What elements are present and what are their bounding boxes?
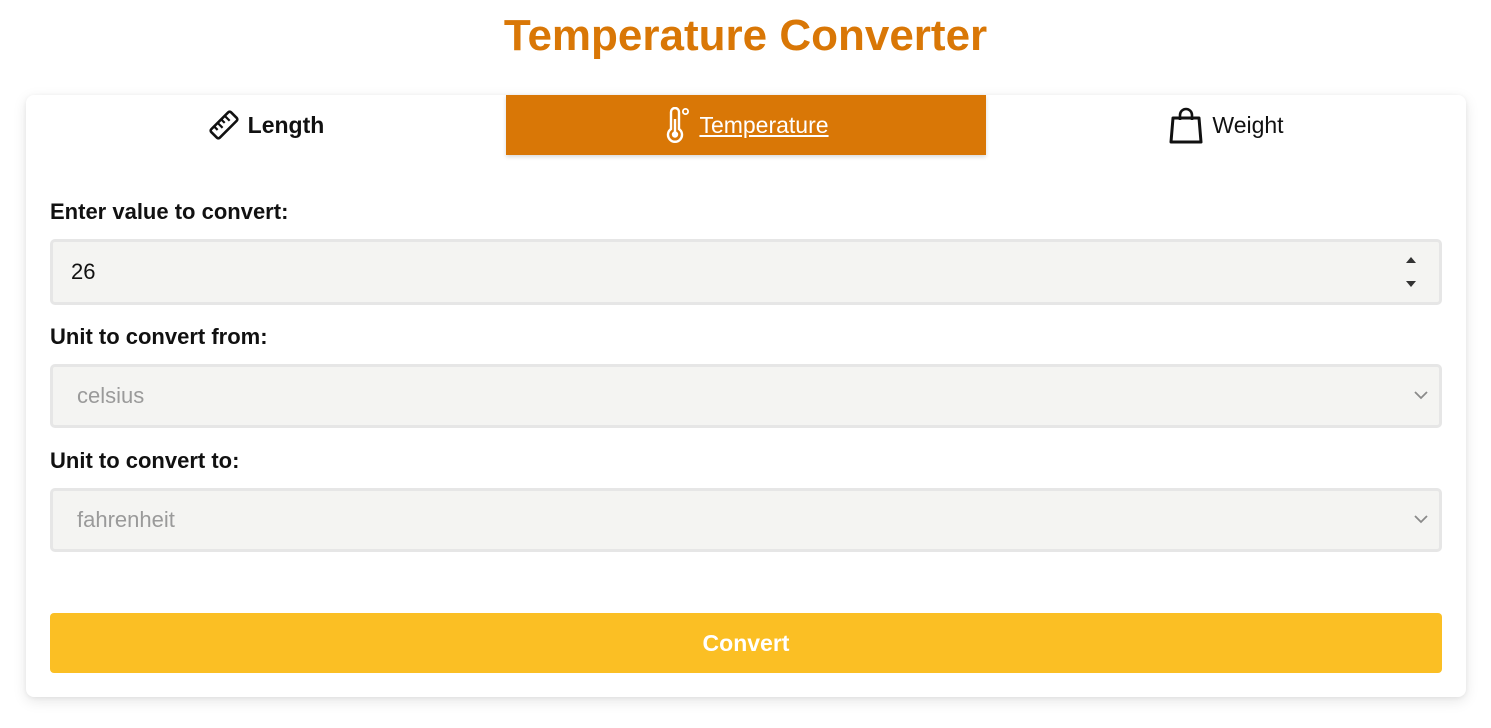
shopping-bag-icon bbox=[1168, 106, 1204, 144]
to-unit-value: fahrenheit bbox=[77, 507, 175, 532]
chevron-down-icon bbox=[1413, 387, 1429, 405]
thermometer-icon bbox=[663, 107, 691, 143]
tab-weight-label: Weight bbox=[1212, 111, 1284, 138]
unit-tabs: Length Temperature Weight bbox=[26, 95, 1466, 155]
tab-temperature[interactable]: Temperature bbox=[506, 95, 986, 155]
increment-arrow-icon[interactable] bbox=[1405, 256, 1417, 264]
convert-button[interactable]: Convert bbox=[50, 613, 1442, 673]
ruler-icon bbox=[208, 109, 240, 141]
to-unit-select[interactable]: fahrenheit bbox=[50, 488, 1442, 552]
tab-length-label: Length bbox=[247, 111, 325, 138]
tab-temperature-label: Temperature bbox=[699, 111, 829, 138]
tab-length[interactable]: Length bbox=[26, 95, 506, 155]
chevron-down-icon bbox=[1413, 511, 1429, 529]
to-unit-label: Unit to convert to: bbox=[50, 448, 240, 473]
page-title: Temperature Converter bbox=[503, 11, 988, 60]
from-unit-label: Unit to convert from: bbox=[50, 324, 268, 349]
from-unit-select[interactable]: celsius bbox=[50, 364, 1442, 428]
decrement-arrow-icon[interactable] bbox=[1405, 280, 1417, 288]
converter-card: Length Temperature Weight Enter value to… bbox=[26, 95, 1466, 697]
value-input-text: 26 bbox=[71, 259, 96, 284]
number-spinner[interactable] bbox=[1401, 256, 1421, 288]
from-unit-value: celsius bbox=[77, 383, 145, 408]
value-label: Enter value to convert: bbox=[50, 199, 289, 224]
value-input[interactable]: 26 bbox=[50, 239, 1442, 305]
tab-weight[interactable]: Weight bbox=[986, 95, 1466, 155]
